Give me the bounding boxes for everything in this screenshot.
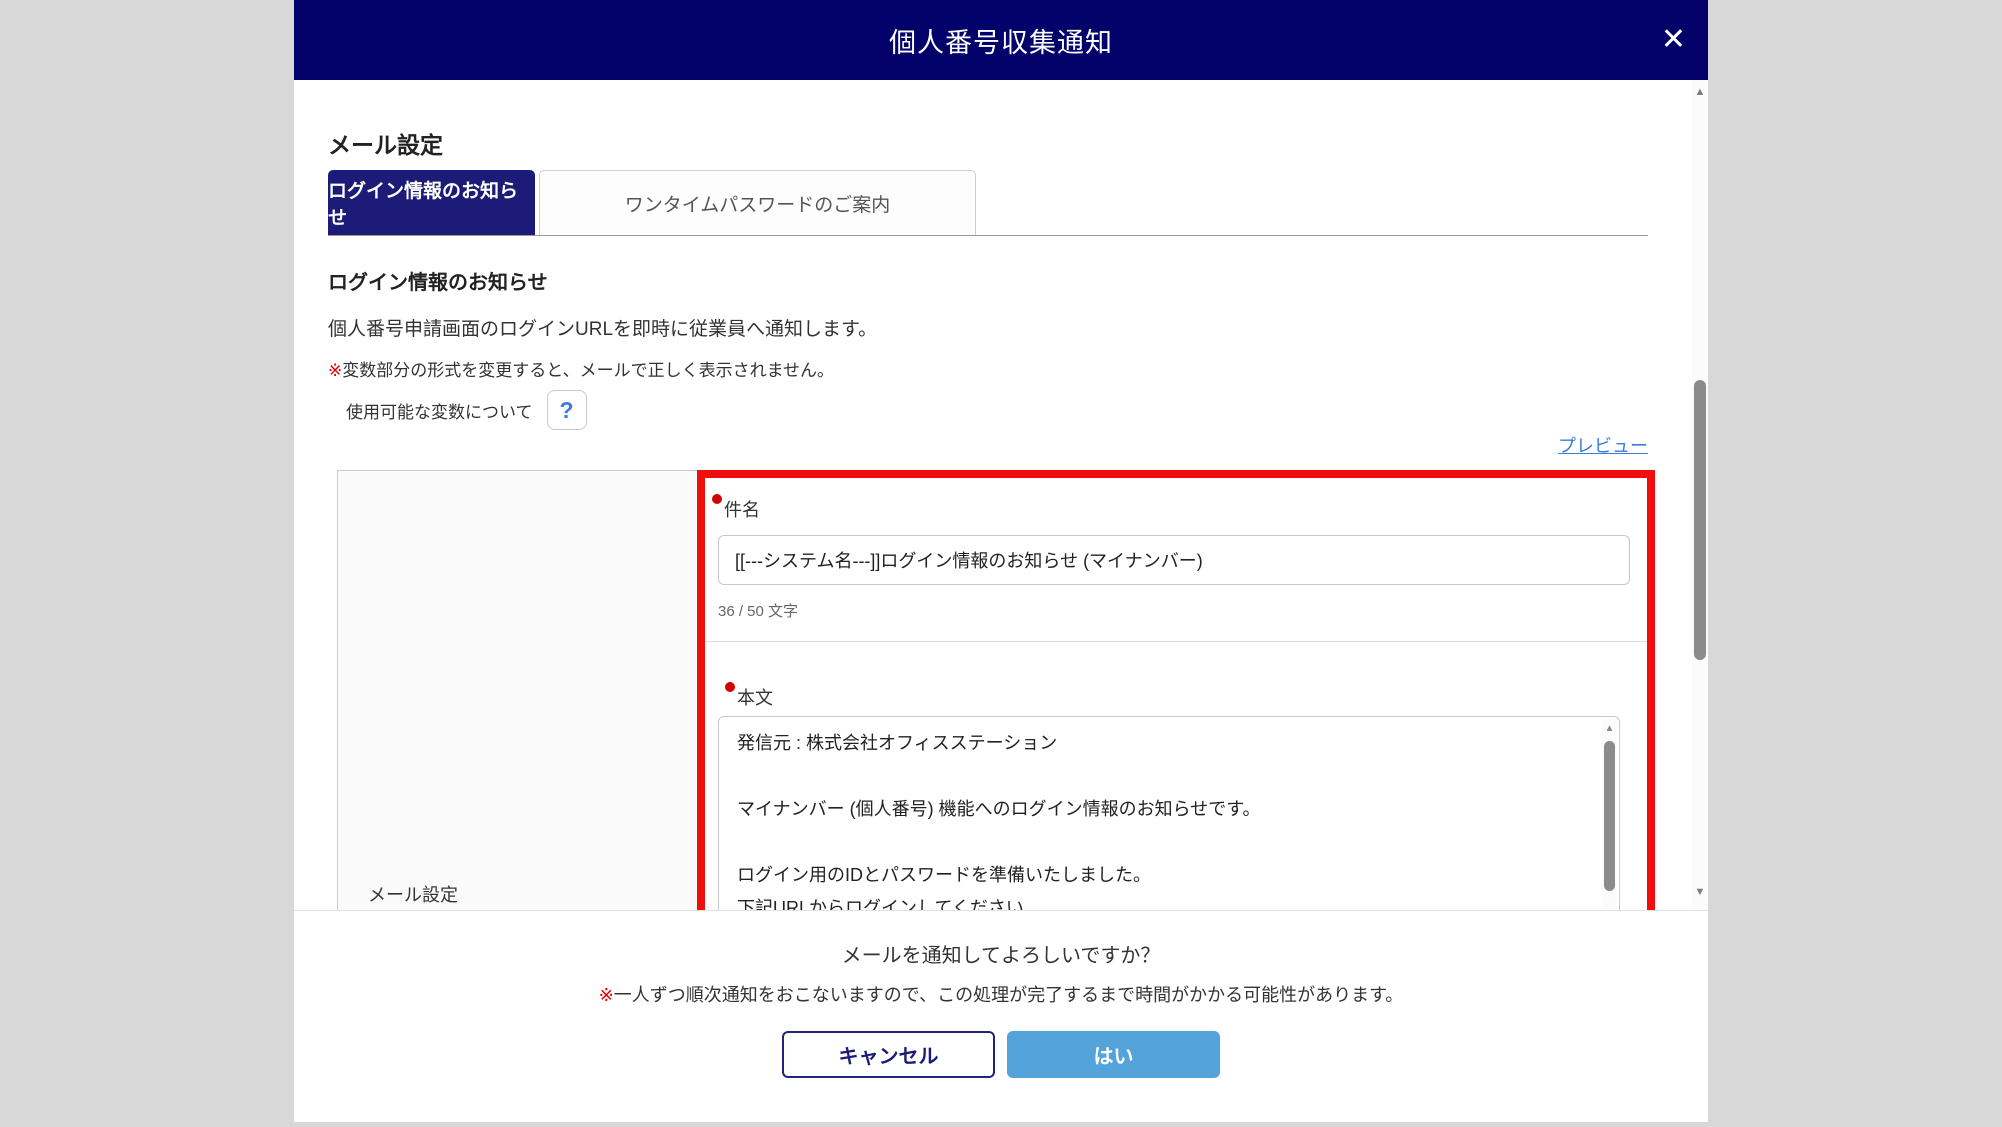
scroll-up-icon[interactable]: ▲: [1602, 723, 1617, 734]
tab-onetime-password[interactable]: ワンタイムパスワードのご案内: [539, 170, 976, 235]
confirm-question: メールを通知してよろしいですか？: [294, 939, 1708, 968]
dialog-scrollbar-thumb[interactable]: [1694, 380, 1706, 660]
notification-dialog: 個人番号収集通知 ✕ メール設定 ログイン情報のお知らせ ワンタイムパスワードの…: [294, 0, 1708, 1122]
settings-table-label-cell: メール設定: [337, 470, 698, 910]
highlight-red-box: 件名 36 / 50 文字 本文 発信元 : 株式会社オフィスステーション マイ…: [697, 470, 1655, 910]
body-field-frame: 発信元 : 株式会社オフィスステーション マイナンバー (個人番号) 機能へのロ…: [718, 716, 1620, 910]
yes-button[interactable]: はい: [1007, 1031, 1220, 1078]
required-dot: [725, 682, 735, 692]
warning-asterisk: ※: [599, 985, 614, 1005]
field-divider: [705, 641, 1647, 642]
dialog-scrollbar: ▲ ▼: [1692, 80, 1708, 910]
confirm-note: ※一人ずつ順次通知をおこないますので、この処理が完了するまで時間がかかる可能性が…: [294, 981, 1708, 1007]
confirm-note-text: 一人ずつ順次通知をおこないますので、この処理が完了するまで時間がかかる可能性があ…: [614, 985, 1403, 1005]
subject-input[interactable]: [718, 535, 1630, 585]
tab-login-info[interactable]: ログイン情報のお知らせ: [328, 170, 535, 235]
page-background: { "dialog": { "title": "個人番号収集通知", "clos…: [0, 0, 2002, 1127]
warning-asterisk: ※: [328, 361, 342, 380]
body-scrollbar-thumb[interactable]: [1604, 741, 1615, 891]
dialog-header: 個人番号収集通知 ✕: [294, 0, 1708, 80]
dialog-content: メール設定 ログイン情報のお知らせ ワンタイムパスワードのご案内 ログイン情報の…: [294, 80, 1708, 910]
body-label: 本文: [737, 684, 773, 710]
body-scrollbar: ▲: [1602, 719, 1617, 910]
subject-label: 件名: [724, 496, 760, 522]
usable-variables-row: 使用可能な変数について ?: [346, 390, 587, 430]
required-dot: [712, 494, 722, 504]
variable-warning-note: ※変数部分の形式を変更すると、メールで正しく表示されません。: [328, 356, 834, 381]
usable-variables-label: 使用可能な変数について: [346, 398, 533, 423]
confirm-buttons-row: キャンセル はい: [294, 1031, 1708, 1078]
subject-label-row: 件名: [718, 496, 1647, 522]
scroll-down-icon[interactable]: ▼: [1692, 886, 1708, 898]
close-icon[interactable]: ✕: [1661, 25, 1686, 55]
section-heading: ログイン情報のお知らせ: [328, 266, 548, 295]
cancel-button[interactable]: キャンセル: [782, 1031, 995, 1078]
mail-settings-heading: メール設定: [328, 126, 443, 160]
preview-link[interactable]: プレビュー: [1558, 432, 1648, 458]
body-label-row: 本文: [731, 684, 773, 710]
subject-char-counter: 36 / 50 文字: [718, 600, 798, 621]
scroll-up-icon[interactable]: ▲: [1692, 86, 1708, 98]
table-row-label: メール設定: [368, 881, 458, 907]
section-description: 個人番号申請画面のログインURLを即時に従業員へ通知します。: [328, 314, 877, 341]
tab-bar: ログイン情報のお知らせ ワンタイムパスワードのご案内: [328, 170, 1648, 236]
warning-text: 変数部分の形式を変更すると、メールで正しく表示されません。: [342, 361, 834, 380]
dialog-title: 個人番号収集通知: [889, 21, 1113, 60]
help-icon[interactable]: ?: [547, 390, 587, 430]
body-textarea[interactable]: 発信元 : 株式会社オフィスステーション マイナンバー (個人番号) 機能へのロ…: [719, 717, 1603, 910]
confirm-footer: メールを通知してよろしいですか？ ※一人ずつ順次通知をおこないますので、この処理…: [294, 910, 1708, 1122]
